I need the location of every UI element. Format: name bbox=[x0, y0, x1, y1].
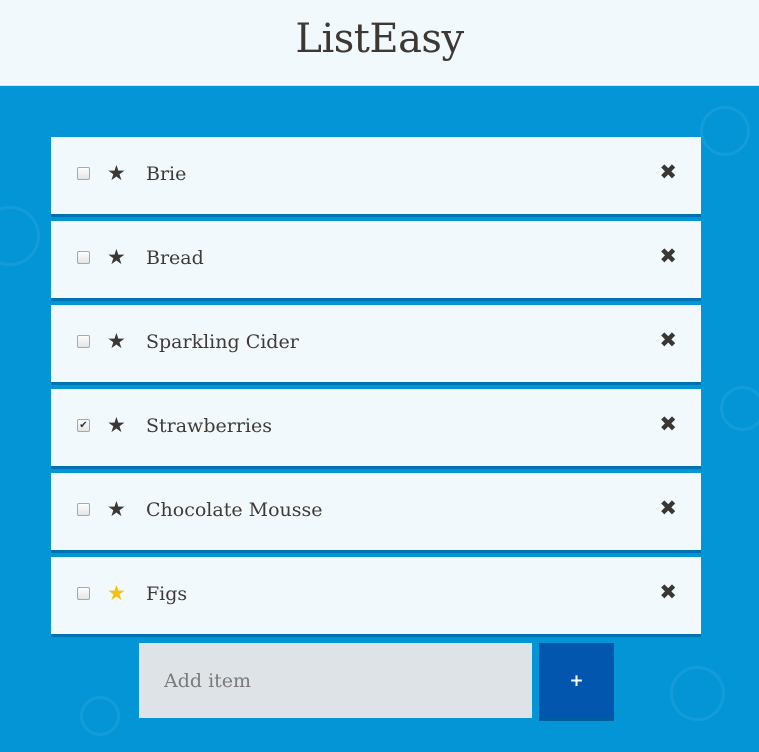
list-item: ✔ ★ Bread ✖ bbox=[51, 221, 701, 298]
add-item-button[interactable]: + bbox=[539, 643, 614, 718]
app-header: ListEasy bbox=[0, 0, 759, 86]
delete-icon[interactable]: ✖ bbox=[659, 327, 677, 353]
list-item: ✔ ★ Strawberries ✖ bbox=[51, 389, 701, 466]
star-icon[interactable]: ★ bbox=[107, 160, 126, 186]
app-title: ListEasy bbox=[295, 15, 464, 62]
list-item: ✔ ★ Sparkling Cider ✖ bbox=[51, 305, 701, 382]
background-doodle bbox=[0, 206, 40, 266]
delete-icon[interactable]: ✖ bbox=[659, 159, 677, 185]
star-icon[interactable]: ★ bbox=[107, 328, 126, 354]
item-list: ✔ ★ Brie ✖ ✔ ★ Bread ✖ ✔ ★ Sparkling Cid… bbox=[51, 137, 701, 641]
item-label: Brie bbox=[146, 163, 187, 185]
background-doodle bbox=[80, 696, 120, 736]
item-checkbox[interactable]: ✔ bbox=[77, 167, 90, 180]
delete-icon[interactable]: ✖ bbox=[659, 243, 677, 269]
background-doodle bbox=[720, 386, 759, 431]
list-item: ✔ ★ Chocolate Mousse ✖ bbox=[51, 473, 701, 550]
star-icon[interactable]: ★ bbox=[107, 412, 126, 438]
star-icon[interactable]: ★ bbox=[107, 496, 126, 522]
delete-icon[interactable]: ✖ bbox=[659, 411, 677, 437]
add-item-form: + bbox=[139, 643, 615, 718]
delete-icon[interactable]: ✖ bbox=[659, 579, 677, 605]
star-icon[interactable]: ★ bbox=[107, 244, 126, 270]
item-label: Chocolate Mousse bbox=[146, 499, 323, 521]
item-checkbox[interactable]: ✔ bbox=[77, 587, 90, 600]
item-checkbox[interactable]: ✔ bbox=[77, 251, 90, 264]
background-doodle bbox=[670, 666, 725, 721]
add-item-input[interactable] bbox=[139, 643, 532, 718]
list-item: ✔ ★ Brie ✖ bbox=[51, 137, 701, 214]
delete-icon[interactable]: ✖ bbox=[659, 495, 677, 521]
list-item: ✔ ★ Figs ✖ bbox=[51, 557, 701, 634]
background-doodle bbox=[700, 106, 750, 156]
item-checkbox[interactable]: ✔ bbox=[77, 419, 90, 432]
item-checkbox[interactable]: ✔ bbox=[77, 503, 90, 516]
item-label: Figs bbox=[146, 583, 188, 605]
check-icon: ✔ bbox=[79, 419, 88, 431]
main-area: ✔ ★ Brie ✖ ✔ ★ Bread ✖ ✔ ★ Sparkling Cid… bbox=[0, 86, 759, 752]
item-label: Sparkling Cider bbox=[146, 331, 299, 353]
item-label: Bread bbox=[146, 247, 204, 269]
star-icon[interactable]: ★ bbox=[107, 580, 126, 606]
item-checkbox[interactable]: ✔ bbox=[77, 335, 90, 348]
item-label: Strawberries bbox=[146, 415, 272, 437]
